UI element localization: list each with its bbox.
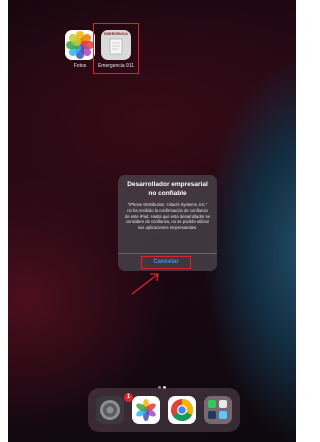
photos-icon (65, 30, 95, 60)
alert-separator (118, 253, 217, 254)
settings-icon[interactable] (96, 396, 124, 424)
alert-message: "iPhone Distribution: Hitachi Systems, I… (125, 202, 210, 231)
notification-badge: 1 (124, 393, 133, 402)
arrow-annotation-icon (131, 273, 159, 295)
photos-dock-icon[interactable] (132, 396, 160, 424)
ipad-home-screen: Fotos EMERGENCIA Emergencia 911 Desarrol… (8, 0, 296, 442)
app-folder-icon[interactable] (204, 396, 232, 424)
app-highlight-box (93, 23, 139, 74)
alert-title: Desarrollador empresarial no confiable (127, 181, 208, 197)
chrome-icon[interactable] (168, 396, 196, 424)
dock (88, 388, 240, 432)
untrusted-developer-alert: Desarrollador empresarial no confiable "… (118, 175, 217, 271)
